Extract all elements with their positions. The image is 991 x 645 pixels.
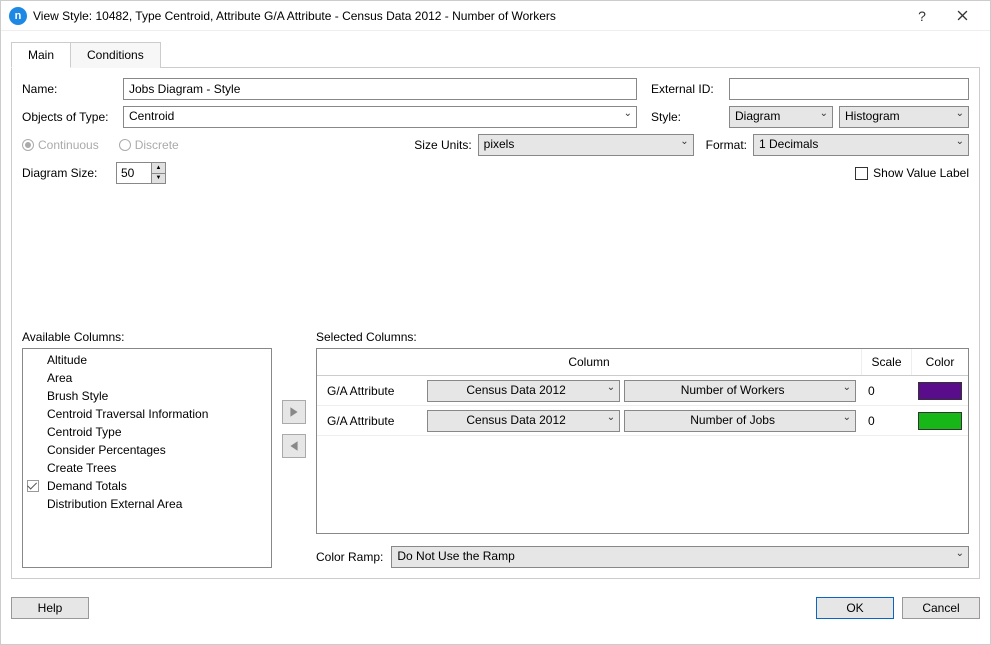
style-label: Style: (651, 110, 723, 124)
window-title: View Style: 10482, Type Centroid, Attrib… (33, 9, 902, 23)
help-question-icon[interactable]: ? (902, 4, 942, 28)
objects-combo[interactable]: Centroid (123, 106, 637, 128)
close-icon[interactable] (942, 4, 982, 28)
row-column-name: G/A Attribute (323, 384, 423, 398)
continuous-radio: Continuous (22, 138, 99, 152)
row-scale-value[interactable]: 0 (862, 384, 912, 398)
list-item-label: Brush Style (47, 389, 108, 403)
grid-header-scale: Scale (862, 349, 912, 375)
row-census-combo[interactable]: Census Data 2012 (427, 410, 620, 432)
diagram-size-label: Diagram Size: (22, 166, 110, 180)
list-item-label: Centroid Type (47, 425, 122, 439)
list-item-label: Consider Percentages (47, 443, 166, 457)
list-item[interactable]: Create Trees (25, 459, 269, 477)
list-item-label: Altitude (47, 353, 87, 367)
check-icon (27, 480, 39, 492)
size-units-label: Size Units: (414, 138, 471, 152)
help-button[interactable]: Help (11, 597, 89, 619)
titlebar: n View Style: 10482, Type Centroid, Attr… (1, 1, 990, 31)
table-row: G/A Attribute Census Data 2012Number of J… (317, 406, 968, 436)
available-columns-list[interactable]: Altitude Area Brush Style Centroid Traversa… (22, 348, 272, 568)
name-input[interactable] (123, 78, 637, 100)
list-item-label: Demand Totals (47, 479, 127, 493)
list-item[interactable]: Area (25, 369, 269, 387)
name-label: Name: (22, 82, 117, 96)
grid-header-column: Column (317, 349, 862, 375)
diagram-size-input[interactable] (117, 163, 151, 183)
spinner-down-icon[interactable]: ▼ (152, 174, 165, 184)
objects-label: Objects of Type: (22, 110, 117, 124)
list-item[interactable]: Demand Totals (25, 477, 269, 495)
spinner-up-icon[interactable]: ▲ (152, 163, 165, 174)
format-label: Format: (706, 138, 747, 152)
size-units-combo[interactable]: pixels (478, 134, 694, 156)
dialog-footer: Help OK Cancel (1, 589, 990, 627)
list-item[interactable]: Centroid Type (25, 423, 269, 441)
list-item[interactable]: Centroid Traversal Information (25, 405, 269, 423)
list-item-label: Create Trees (47, 461, 116, 475)
move-right-button[interactable] (282, 400, 306, 424)
tab-main[interactable]: Main (11, 42, 71, 68)
table-row: G/A Attribute Census Data 2012Number of W… (317, 376, 968, 406)
selected-columns-label: Selected Columns: (316, 330, 969, 344)
move-left-button[interactable] (282, 434, 306, 458)
selected-columns-grid: Column Scale Color G/A Attribute Census D… (316, 348, 969, 534)
format-combo[interactable]: 1 Decimals (753, 134, 969, 156)
list-item[interactable]: Brush Style (25, 387, 269, 405)
show-value-label-checkbox[interactable]: Show Value Label (855, 166, 969, 180)
row-attribute-combo[interactable]: Number of Jobs (624, 410, 856, 432)
grid-header-color: Color (912, 349, 968, 375)
discrete-radio: Discrete (119, 138, 179, 152)
tab-strip: Main Conditions (11, 41, 980, 68)
list-item-label: Area (47, 371, 72, 385)
list-item[interactable]: Distribution External Area (25, 495, 269, 513)
color-ramp-combo[interactable]: Do Not Use the Ramp (391, 546, 969, 568)
row-scale-value[interactable]: 0 (862, 414, 912, 428)
main-panel: Name: External ID: Objects of Type: Cent… (11, 68, 980, 579)
row-attribute-combo[interactable]: Number of Workers (624, 380, 856, 402)
list-item[interactable]: Altitude (25, 351, 269, 369)
app-icon: n (9, 7, 27, 25)
color-ramp-label: Color Ramp: (316, 550, 383, 564)
externalid-input[interactable] (729, 78, 969, 100)
row-color-swatch[interactable] (918, 412, 962, 430)
list-item-label: Centroid Traversal Information (47, 407, 208, 421)
style-combo[interactable]: Diagram (729, 106, 833, 128)
tab-conditions[interactable]: Conditions (70, 42, 161, 68)
row-census-combo[interactable]: Census Data 2012 (427, 380, 620, 402)
ok-button[interactable]: OK (816, 597, 894, 619)
cancel-button[interactable]: Cancel (902, 597, 980, 619)
style-sub-combo[interactable]: Histogram (839, 106, 969, 128)
externalid-label: External ID: (651, 82, 723, 96)
row-column-name: G/A Attribute (323, 414, 423, 428)
available-columns-label: Available Columns: (22, 330, 272, 344)
list-item[interactable]: Consider Percentages (25, 441, 269, 459)
list-item-label: Distribution External Area (47, 497, 182, 511)
row-color-swatch[interactable] (918, 382, 962, 400)
diagram-size-spinner[interactable]: ▲ ▼ (116, 162, 166, 184)
